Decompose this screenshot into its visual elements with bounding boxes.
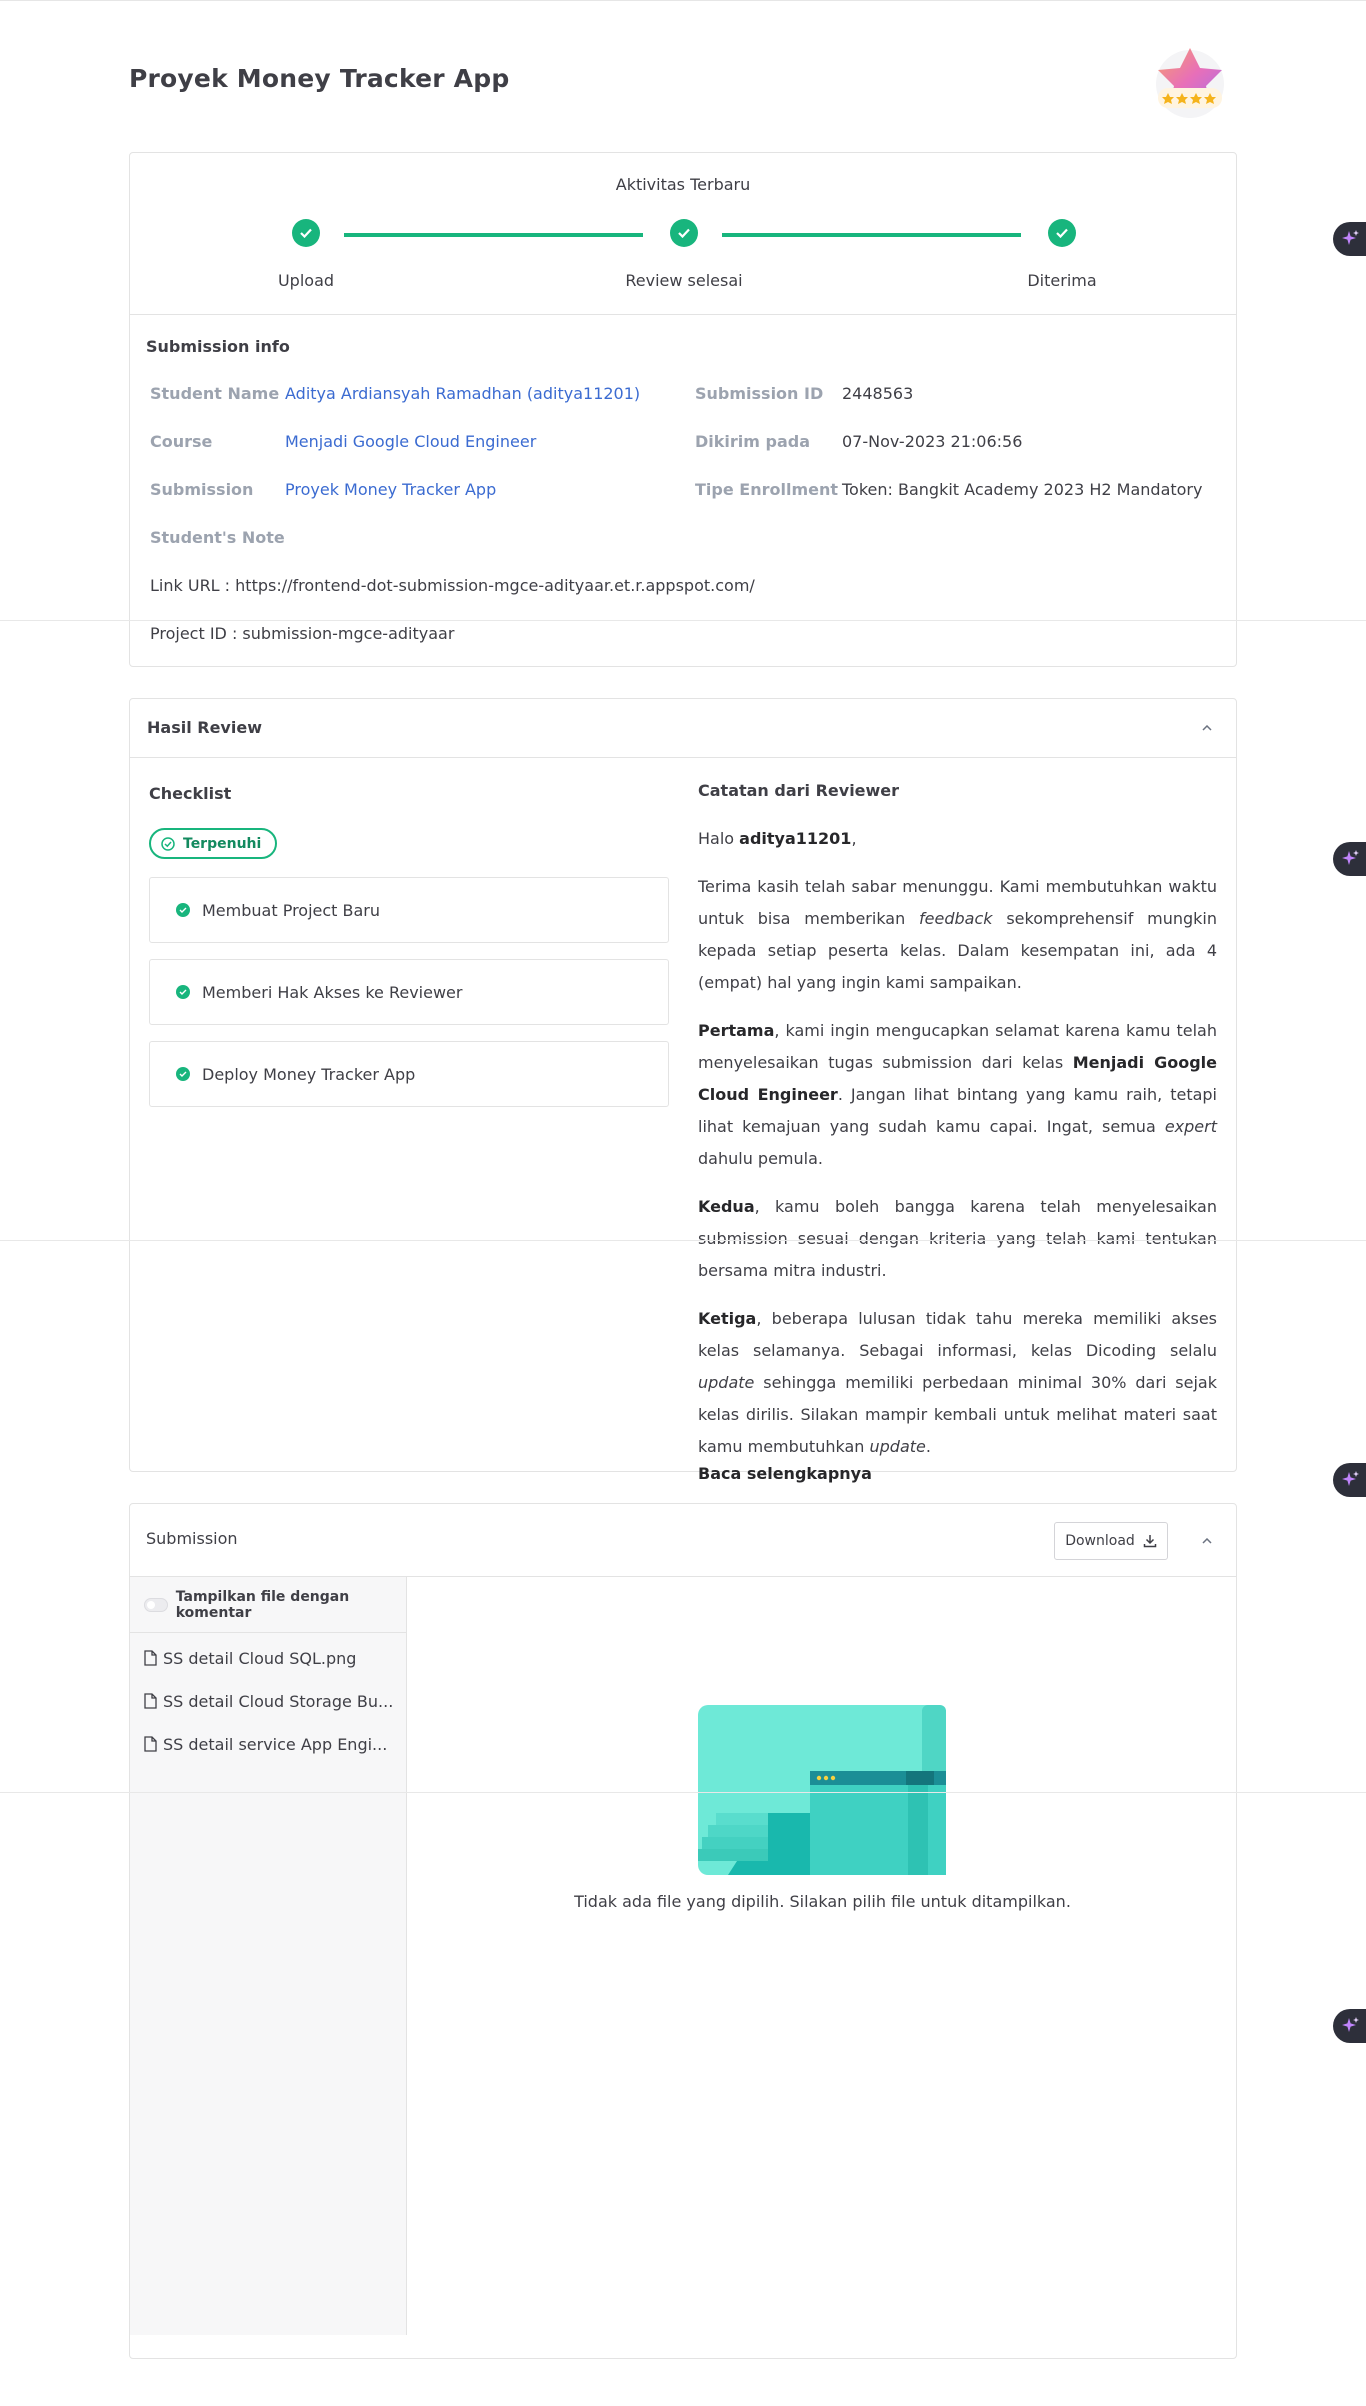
check-icon <box>176 985 190 999</box>
step-review-check-icon <box>670 219 698 247</box>
step-label-upload: Upload <box>277 271 335 290</box>
step-connector <box>722 233 1021 237</box>
file-item-label: SS detail Cloud Storage Bu... <box>163 1691 394 1711</box>
status-badge: Terpenuhi <box>149 828 278 859</box>
ai-assist-button[interactable] <box>1333 222 1366 256</box>
submission-label: Submission <box>150 480 254 499</box>
submission-header: Submission Download <box>130 1504 1236 1577</box>
step-upload-check-icon <box>292 219 320 247</box>
file-item-label: SS detail service App Engi... <box>163 1734 388 1754</box>
sparkle-icon <box>1342 850 1359 865</box>
student-note-label: Student's Note <box>150 528 285 547</box>
checklist-item-label: Memberi Hak Akses ke Reviewer <box>202 982 463 1002</box>
checklist-item-label: Membuat Project Baru <box>202 900 381 920</box>
checklist-title: Checklist <box>149 784 232 803</box>
notes-paragraph: Terima kasih telah sabar menunggu. Kami … <box>698 877 1217 992</box>
link-url-text: Link URL : https://frontend-dot-submissi… <box>150 576 755 595</box>
reviewer-notes: Catatan dari Reviewer Halo aditya11201, … <box>698 775 1217 1485</box>
submission-info-card: Aktivitas Terbaru Upload Review selesai … <box>129 152 1237 667</box>
check-circle-icon <box>161 836 175 851</box>
submission-info-title: Submission info <box>146 337 290 356</box>
notes-paragraph: Kedua, kamu boleh bangga karena telah me… <box>698 1197 1217 1280</box>
review-title: Hasil Review <box>147 718 262 737</box>
comment-filter-toggle[interactable] <box>144 1597 168 1612</box>
check-icon <box>176 903 190 917</box>
sparkle-icon <box>1342 230 1359 245</box>
course-label: Course <box>150 432 213 451</box>
comment-filter-label: Tampilkan file dengan komentar <box>175 1588 350 1621</box>
file-icon <box>144 1736 157 1752</box>
download-icon <box>1143 1535 1157 1548</box>
project-id-text: Project ID : submission-mgce-adityaar <box>150 624 455 643</box>
step-connector <box>344 233 643 237</box>
divider <box>130 314 1236 315</box>
notes-paragraph: Pertama, kami ingin mengucapkan selamat … <box>698 1021 1217 1168</box>
ai-assist-button[interactable] <box>1333 2009 1366 2043</box>
greeting: Halo aditya11201, <box>698 829 857 848</box>
activity-title: Aktivitas Terbaru <box>615 175 751 194</box>
file-icon <box>144 1693 157 1709</box>
checklist-item: Membuat Project Baru <box>149 877 669 943</box>
divider <box>0 1240 1366 1241</box>
sent-value: 07-Nov-2023 21:06:56 <box>842 432 1023 451</box>
sparkle-icon <box>1342 1471 1359 1486</box>
star-badge-icon <box>1156 48 1224 118</box>
file-item[interactable]: SS detail Cloud SQL.png <box>144 1645 394 1671</box>
status-badge-label: Terpenuhi <box>183 835 262 852</box>
course-link[interactable]: Menjadi Google Cloud Engineer <box>285 432 536 451</box>
submission-id-label: Submission ID <box>695 384 824 403</box>
collapse-submission-chevron-up-icon[interactable] <box>1196 1530 1218 1552</box>
step-accepted-check-icon <box>1048 219 1076 247</box>
ai-assist-button[interactable] <box>1333 842 1366 876</box>
step-label-review: Review selesai <box>625 271 743 290</box>
download-button[interactable]: Download <box>1054 1522 1168 1560</box>
student-name-label: Student Name <box>150 384 280 403</box>
file-list-sidebar: Tampilkan file dengan komentar SS detail… <box>130 1577 407 2335</box>
notes-paragraph: Ketiga, beberapa lulusan tidak tahu mere… <box>698 1309 1217 1456</box>
submission-title: Submission <box>146 1529 238 1548</box>
collapse-review-chevron-up-icon[interactable] <box>1196 717 1218 739</box>
reviewer-notes-title: Catatan dari Reviewer <box>698 781 900 800</box>
file-icon <box>144 1650 157 1666</box>
file-item[interactable]: SS detail Cloud Storage Bu... <box>144 1688 394 1714</box>
check-icon <box>176 1067 190 1081</box>
submission-link[interactable]: Proyek Money Tracker App <box>285 480 496 499</box>
divider <box>0 620 1366 621</box>
divider <box>0 1792 1366 1793</box>
file-item[interactable]: SS detail service App Engi... <box>144 1731 394 1757</box>
sparkle-icon <box>1342 2017 1359 2032</box>
enrollment-label: Tipe Enrollment <box>695 480 839 499</box>
ai-assist-button[interactable] <box>1333 1463 1366 1497</box>
submission-files-card: Submission Download Tampilkan file denga… <box>129 1503 1237 2359</box>
submission-id-value: 2448563 <box>842 384 914 403</box>
file-item-label: SS detail Cloud SQL.png <box>163 1648 357 1668</box>
checklist-item: Memberi Hak Akses ke Reviewer <box>149 959 669 1025</box>
empty-state-illustration <box>698 1705 946 1875</box>
empty-state-message: Tidak ada file yang dipilih. Silakan pil… <box>574 1892 1071 1911</box>
student-name-link[interactable]: Aditya Ardiansyah Ramadhan (aditya11201) <box>285 384 640 403</box>
review-header[interactable]: Hasil Review <box>130 699 1236 758</box>
read-more-link[interactable]: Baca selengkapnya <box>698 1463 1217 1485</box>
step-label-accepted: Diterima <box>1027 271 1097 290</box>
checklist-item-label: Deploy Money Tracker App <box>202 1064 416 1084</box>
page-title: Proyek Money Tracker App <box>129 64 510 93</box>
review-card: Hasil Review Checklist Terpenuhi Membuat… <box>129 698 1237 1483</box>
top-border <box>0 0 1366 1</box>
checklist-item: Deploy Money Tracker App <box>149 1041 669 1107</box>
comment-filter-toggle-row: Tampilkan file dengan komentar <box>130 1577 406 1633</box>
enrollment-value: Token: Bangkit Academy 2023 H2 Mandatory <box>842 480 1203 499</box>
sent-label: Dikirim pada <box>695 432 811 451</box>
download-button-label: Download <box>1065 1533 1135 1549</box>
